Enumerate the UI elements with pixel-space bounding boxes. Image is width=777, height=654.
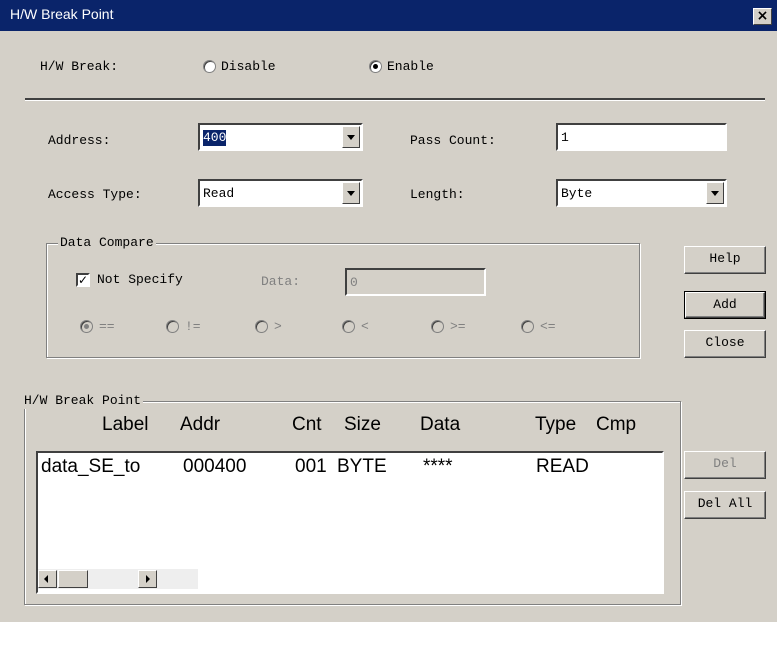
- close-icon[interactable]: ×: [753, 8, 772, 25]
- separator: [25, 98, 765, 101]
- pass-count-label: Pass Count:: [410, 133, 496, 148]
- cell-data: ****: [423, 456, 453, 477]
- length-label: Length:: [410, 187, 465, 202]
- del-all-button[interactable]: Del All: [684, 491, 766, 519]
- op-radio-eq: [80, 320, 93, 333]
- scroll-left-icon[interactable]: [38, 570, 57, 588]
- cell-cnt: 001: [295, 456, 327, 477]
- data-compare-group: [46, 243, 640, 358]
- length-select[interactable]: Byte: [556, 179, 727, 207]
- access-type-select[interactable]: Read: [198, 179, 363, 207]
- cell-type: READ: [536, 456, 589, 477]
- dropdown-arrow-icon[interactable]: [706, 182, 724, 204]
- dropdown-arrow-icon[interactable]: [342, 126, 360, 148]
- length-value: Byte: [561, 186, 593, 201]
- op-label-ge: >=: [450, 319, 466, 334]
- op-radio-ne: [166, 320, 179, 333]
- op-radio-ge: [431, 320, 444, 333]
- cell-addr: 000400: [183, 456, 247, 477]
- data-label: Data:: [261, 274, 301, 289]
- op-label-lt: <: [361, 319, 369, 334]
- hw-break-label: H/W Break:: [40, 59, 119, 74]
- not-specify-checkbox[interactable]: ✓: [76, 273, 90, 287]
- add-button[interactable]: Add: [684, 291, 766, 319]
- radio-enable[interactable]: [369, 60, 382, 73]
- column-header-addr[interactable]: Addr: [180, 414, 220, 436]
- cell-size: BYTE: [337, 456, 387, 477]
- hw-break-point-dialog: H/W Break Point × H/W Break: Disable Ena…: [0, 0, 777, 622]
- op-label-le: <=: [540, 319, 556, 334]
- scroll-thumb[interactable]: [58, 570, 88, 588]
- del-button: Del: [684, 451, 766, 479]
- op-radio-gt: [255, 320, 268, 333]
- op-label-eq: ==: [99, 319, 115, 334]
- address-label: Address:: [48, 133, 111, 148]
- column-header-cmp[interactable]: Cmp: [596, 414, 636, 436]
- not-specify-label[interactable]: Not Specify: [97, 272, 183, 288]
- window-title: H/W Break Point: [10, 6, 114, 22]
- access-type-label: Access Type:: [48, 187, 142, 202]
- cell-label: data_SE_to: [41, 456, 141, 477]
- checkmark-icon: ✓: [78, 273, 89, 287]
- data-compare-title: Data Compare: [58, 235, 156, 251]
- help-button[interactable]: Help: [684, 246, 766, 274]
- column-header-data[interactable]: Data: [420, 414, 460, 436]
- radio-disable[interactable]: [203, 60, 216, 73]
- horizontal-scrollbar[interactable]: [38, 569, 198, 589]
- data-input: 0: [345, 268, 486, 296]
- list-item[interactable]: data_SE_to 000400 001 BYTE **** READ: [41, 456, 589, 478]
- column-header-size[interactable]: Size: [344, 414, 381, 436]
- breakpoint-list-title: H/W Break Point: [22, 393, 144, 409]
- address-combobox[interactable]: 400: [198, 123, 363, 151]
- column-header-label[interactable]: Label: [102, 414, 149, 436]
- radio-selected-dot: [373, 64, 378, 69]
- scroll-right-icon[interactable]: [138, 570, 157, 588]
- radio-selected-dot: [84, 324, 89, 329]
- radio-disable-label[interactable]: Disable: [221, 59, 276, 75]
- op-label-ne: !=: [185, 319, 201, 334]
- radio-enable-label[interactable]: Enable: [387, 59, 434, 75]
- data-value: 0: [350, 275, 358, 290]
- op-radio-lt: [342, 320, 355, 333]
- column-header-cnt[interactable]: Cnt: [292, 414, 322, 436]
- dropdown-arrow-icon[interactable]: [342, 182, 360, 204]
- title-bar: H/W Break Point ×: [0, 0, 777, 31]
- op-radio-le: [521, 320, 534, 333]
- close-button[interactable]: Close: [684, 330, 766, 358]
- access-type-value: Read: [203, 186, 235, 201]
- pass-count-value: 1: [561, 130, 569, 145]
- op-label-gt: >: [274, 319, 282, 334]
- pass-count-input[interactable]: 1: [556, 123, 727, 151]
- column-header-type[interactable]: Type: [535, 414, 576, 436]
- address-value: 400: [203, 130, 227, 146]
